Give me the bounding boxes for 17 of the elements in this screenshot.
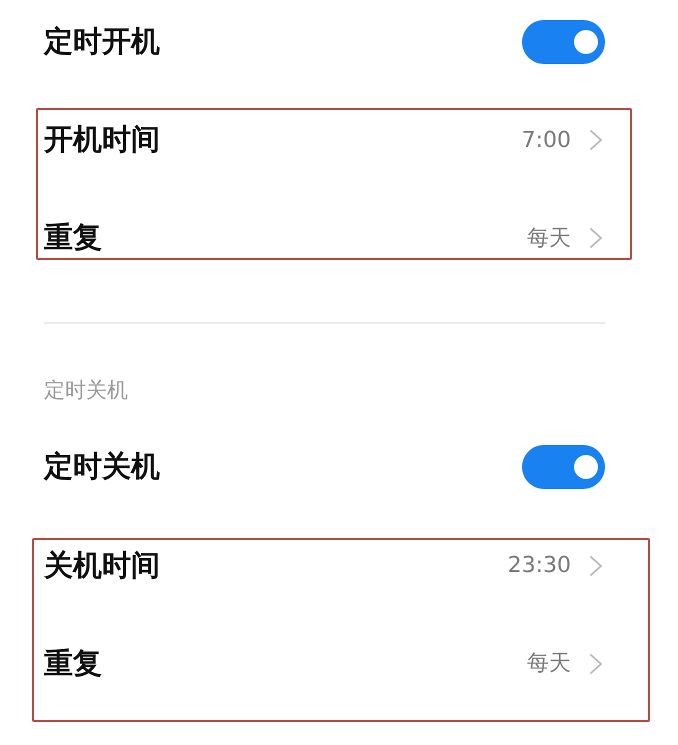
setting-value: 每天 (527, 224, 571, 252)
chevron-right-icon[interactable] (590, 654, 602, 674)
toggle-switch[interactable] (522, 20, 605, 64)
setting-label: 定时开机 (44, 23, 160, 60)
setting-value: 每天 (527, 650, 571, 678)
setting-value: 23:30 (508, 552, 571, 580)
setting-label: 定时关机 (44, 448, 160, 485)
toggle-switch[interactable] (522, 444, 605, 488)
setting-value: 7:00 (522, 126, 571, 154)
setting-label: 重复 (44, 644, 102, 682)
section-header: 定时关机 (44, 376, 128, 404)
chevron-right-icon[interactable] (590, 556, 602, 576)
setting-label: 开机时间 (44, 121, 160, 158)
chevron-right-icon[interactable] (590, 130, 602, 150)
setting-label: 重复 (44, 219, 102, 256)
setting-label: 关机时间 (44, 546, 160, 584)
chevron-right-icon[interactable] (590, 228, 602, 248)
